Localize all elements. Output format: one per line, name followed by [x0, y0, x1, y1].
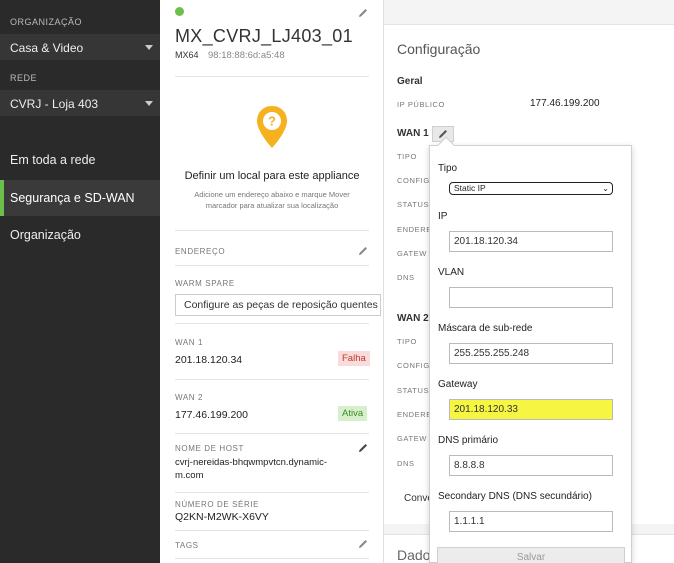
gateway-label: Gateway [438, 379, 478, 390]
wan2-status-badge: Ativa [338, 406, 368, 421]
divider [175, 433, 369, 434]
wan2-row-config: CONFIG [397, 361, 430, 370]
data-heading: Dado [397, 547, 431, 563]
edit-address-pencil-icon[interactable] [357, 245, 369, 257]
org-select[interactable]: Casa & Video [0, 34, 160, 60]
tipo-select-value: Static IP [454, 183, 486, 193]
location-title: Definir um local para este appliance [184, 170, 360, 182]
sidebar: ORGANIZAÇÃO Casa & Video REDE CVRJ - Loj… [0, 0, 160, 563]
mask-label: Máscara de sub-rede [438, 323, 533, 334]
svg-text:?: ? [268, 114, 276, 129]
config-title: Configuração [397, 41, 481, 57]
address-label: ENDEREÇO [175, 247, 226, 256]
wan1-ip: 201.18.120.34 [175, 354, 243, 366]
wan1-row-tipo: TIPO [397, 152, 417, 161]
edit-name-pencil-icon[interactable] [357, 7, 369, 19]
divider [175, 530, 369, 531]
device-mac: 98:18:88:6d:a5:48 [208, 50, 285, 61]
wan1-row-endereco: ENDERE [397, 225, 432, 234]
wan2-heading: WAN 2 [397, 313, 429, 324]
dns2-label: Secondary DNS (DNS secundário) [438, 491, 592, 502]
tipo-label: Tipo [438, 163, 458, 174]
device-model: MX64 [175, 50, 199, 60]
wan1-row-dns: DNS [397, 273, 415, 282]
serial-label: NÚMERO DE SÉRIE [175, 500, 260, 509]
wan1-row-status: STATUS [397, 200, 430, 209]
ip-label: IP [438, 211, 448, 222]
wan1-edit-popover: Tipo Static IP ⌄ IP 201.18.120.34 VLAN M… [429, 136, 632, 563]
wan1-row-config: CONFIG [397, 176, 430, 185]
divider [175, 265, 369, 266]
divider [175, 379, 369, 380]
wan2-row-status: STATUS [397, 386, 430, 395]
nav-item-organization[interactable]: Organização [0, 217, 160, 253]
wan1-heading: WAN 1 [397, 128, 429, 139]
network-select-value: CVRJ - Loja 403 [10, 97, 99, 111]
org-label: ORGANIZAÇÃO [10, 17, 83, 27]
divider [175, 558, 369, 559]
hostname-value: cvrj-nereidas-bhqwmpvtcn.dynamic-m.com [175, 457, 328, 481]
map-pin-icon: ? [257, 106, 287, 148]
status-dot [175, 7, 184, 16]
wan1-row-gateway: GATEW [397, 249, 427, 258]
public-ip-label: IP PÚBLICO [397, 100, 445, 109]
network-select[interactable]: CVRJ - Loja 403 [0, 90, 160, 116]
divider [175, 323, 369, 324]
serial-value: Q2KN-M2WK-X6VY [175, 511, 269, 523]
tipo-select[interactable]: Static IP ⌄ [449, 182, 613, 195]
edit-tags-pencil-icon[interactable] [357, 538, 369, 550]
location-description: Adicione um endereço abaixo e marque Mov… [194, 190, 350, 211]
wan2-row-tipo: TIPO [397, 337, 417, 346]
divider [175, 76, 369, 77]
wan1-label: WAN 1 [175, 338, 204, 347]
public-ip-value: 177.46.199.200 [530, 98, 600, 109]
hostname-label: NOME DE HOST [175, 444, 244, 453]
vlan-label: VLAN [438, 267, 465, 278]
org-select-value: Casa & Video [10, 41, 84, 55]
chevron-down-icon [145, 101, 153, 106]
chevron-down-icon: ⌄ [602, 184, 609, 193]
divider [175, 492, 369, 493]
ip-input[interactable]: 201.18.120.34 [449, 231, 613, 252]
network-label: REDE [10, 73, 38, 83]
wan2-row-gateway: GATEW [397, 434, 427, 443]
nav-item-network-wide[interactable]: Em toda a rede [0, 142, 160, 178]
chevron-down-icon [145, 45, 153, 50]
mask-input[interactable]: 255.255.255.248 [449, 343, 613, 364]
warm-spare-label: WARM SPARE [175, 279, 235, 288]
dns1-label: DNS primário [438, 435, 499, 446]
divider [175, 230, 369, 231]
vlan-input[interactable] [449, 287, 613, 308]
tags-label: TAGS [175, 541, 199, 550]
save-button[interactable]: Salvar [437, 547, 625, 563]
edit-hostname-pencil-icon[interactable] [357, 442, 369, 454]
wan2-row-dns: DNS [397, 459, 415, 468]
gateway-input[interactable]: 201.18.120.33 [449, 399, 613, 420]
general-heading: Geral [397, 76, 423, 87]
device-panel: MX_CVRJ_LJ403_01 MX64 98:18:88:6d:a5:48 … [160, 0, 384, 563]
nav-item-security-sdwan[interactable]: Segurança e SD-WAN [0, 180, 160, 216]
wan1-status-badge: Falha [338, 351, 370, 366]
wan2-label: WAN 2 [175, 393, 204, 402]
device-name: MX_CVRJ_LJ403_01 [175, 26, 353, 46]
dns1-input[interactable]: 8.8.8.8 [449, 455, 613, 476]
dns2-input[interactable]: 1.1.1.1 [449, 511, 613, 532]
wan2-ip: 177.46.199.200 [175, 409, 248, 421]
warm-spare-button[interactable]: Configure as peças de reposição quentes [175, 294, 381, 316]
wan2-row-endereco: ENDERE [397, 410, 432, 419]
